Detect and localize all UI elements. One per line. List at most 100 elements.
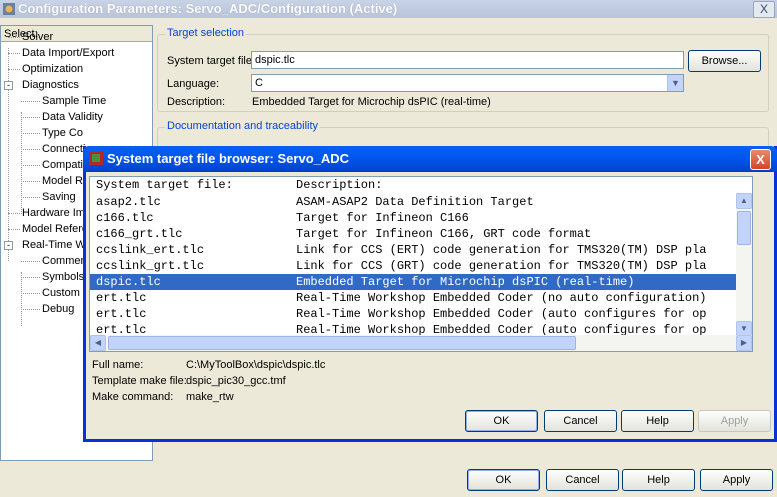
description-label: Description:	[167, 96, 226, 108]
list-row[interactable]: c166_grt.tlc Target for Infineon C166, GR…	[90, 226, 752, 242]
chevron-down-icon[interactable]: ▼	[667, 75, 683, 91]
tree-line	[21, 117, 40, 118]
row-description: Target for Infineon C166, GRT code forma…	[296, 227, 592, 241]
dialog-help-button[interactable]: Help	[621, 410, 694, 432]
tree-item[interactable]: Connecti	[42, 142, 85, 156]
row-description: Target for Infineon C166	[296, 211, 469, 225]
row-file: ert.tlc	[96, 307, 147, 321]
row-description: Link for CCS (ERT) code generation for T…	[296, 243, 707, 257]
dialog-close-button[interactable]: X	[750, 149, 771, 170]
apply-button[interactable]: Apply	[700, 469, 773, 491]
tree-item[interactable]: Type Co	[42, 126, 83, 140]
close-icon: X	[759, 2, 768, 16]
tree-item[interactable]: Symbols	[42, 270, 84, 284]
tree-line	[21, 165, 40, 166]
language-value: C	[255, 77, 263, 89]
tree-line	[21, 309, 40, 310]
row-file: asap2.tlc	[96, 195, 161, 209]
row-file: ert.tlc	[96, 291, 147, 305]
tree-line	[8, 213, 20, 214]
window-title-bar: Configuration Parameters: Servo_ADC/Conf…	[0, 0, 777, 18]
tree-line	[21, 272, 22, 326]
row-file: c166.tlc	[96, 211, 154, 225]
tree-line	[21, 101, 40, 102]
list-header-description: Description:	[296, 178, 383, 192]
tree-item[interactable]: Data Import/Export	[22, 46, 114, 60]
row-description: Real-Time Workshop Embedded Coder (auto …	[296, 307, 707, 321]
tree-item[interactable]: Real-Time W	[22, 238, 86, 252]
vertical-scrollbar[interactable]: ▲ ▼	[736, 193, 752, 337]
tree-line	[21, 149, 40, 150]
tree-line	[21, 277, 40, 278]
scroll-left-icon[interactable]: ◀	[90, 335, 106, 351]
row-description: Link for CCS (GRT) code generation for T…	[296, 259, 707, 273]
description-value: Embedded Target for Microchip dsPIC (rea…	[252, 96, 491, 108]
cancel-button[interactable]: Cancel	[546, 469, 619, 491]
row-description: Embedded Target for Microchip dsPIC (rea…	[296, 275, 635, 289]
ok-button[interactable]: OK	[467, 469, 540, 491]
row-description: ASAM-ASAP2 Data Definition Target	[296, 195, 534, 209]
row-description: Real-Time Workshop Embedded Coder (no au…	[296, 291, 707, 305]
tree-line	[21, 112, 22, 214]
help-button[interactable]: Help	[622, 469, 695, 491]
list-row[interactable]: dspic.tlc Embedded Target for Microchip d…	[90, 274, 752, 290]
template-label: Template make file:	[92, 375, 187, 387]
tree-item[interactable]: Saving	[42, 190, 76, 204]
make-command-label: Make command:	[92, 391, 174, 403]
tree-line	[21, 133, 40, 134]
tree-line	[8, 69, 20, 70]
tree-item[interactable]: Debug	[42, 302, 74, 316]
tree-item[interactable]: Optimization	[22, 62, 83, 76]
tree-line	[8, 37, 20, 38]
collapse-icon[interactable]: -	[4, 81, 13, 90]
target-file-list[interactable]: System target file: Description: asap2.t…	[89, 176, 753, 352]
tree-line	[21, 197, 40, 198]
scroll-thumb[interactable]	[108, 336, 576, 350]
language-select[interactable]: C ▼	[251, 74, 684, 92]
tree-line	[8, 229, 20, 230]
simulink-icon	[89, 151, 103, 165]
scroll-right-icon[interactable]: ▶	[736, 335, 752, 351]
documentation-title: Documentation and traceability	[165, 120, 321, 132]
window-close-button[interactable]: X	[753, 1, 775, 18]
list-row[interactable]: ert.tlc Real-Time Workshop Embedded Coder…	[90, 306, 752, 322]
make-command-value: make_rtw	[186, 391, 234, 403]
dialog-apply-button: Apply	[698, 410, 771, 432]
language-label: Language:	[167, 78, 219, 90]
tree-item[interactable]: Hardware Imp	[22, 206, 91, 220]
row-file: dspic.tlc	[96, 275, 161, 289]
tree-item[interactable]: Sample Time	[42, 94, 106, 108]
list-row[interactable]: ert.tlc Real-Time Workshop Embedded Coder…	[90, 290, 752, 306]
tree-item[interactable]: Data Validity	[42, 110, 103, 124]
system-target-label: System target file:	[167, 55, 256, 67]
collapse-icon[interactable]: -	[4, 241, 13, 250]
list-row[interactable]: ccslink_ert.tlc Link for CCS (ERT) code g…	[90, 242, 752, 258]
scroll-up-icon[interactable]: ▲	[736, 193, 752, 209]
row-file: ccslink_grt.tlc	[96, 259, 205, 273]
horizontal-scrollbar[interactable]: ◀ ▶	[90, 335, 752, 351]
full-name-value: C:\MyToolBox\dspic\dspic.tlc	[186, 359, 326, 371]
dialog-ok-button[interactable]: OK	[465, 410, 538, 432]
list-row[interactable]: ccslink_grt.tlc Link for CCS (GRT) code g…	[90, 258, 752, 274]
close-icon: X	[756, 152, 765, 167]
dialog-cancel-button[interactable]: Cancel	[544, 410, 617, 432]
tree-item[interactable]: Solver	[22, 30, 53, 44]
tree-line	[8, 53, 20, 54]
window-title: Configuration Parameters: Servo_ADC/Conf…	[18, 1, 398, 16]
target-selection-title: Target selection	[165, 27, 247, 39]
list-header-file: System target file:	[96, 178, 233, 192]
browse-button[interactable]: Browse...	[688, 50, 761, 72]
list-row[interactable]: asap2.tlc ASAM-ASAP2 Data Definition Targ…	[90, 194, 752, 210]
tree-line	[21, 293, 40, 294]
row-file: c166_grt.tlc	[96, 227, 183, 241]
tree-line	[21, 181, 40, 182]
list-row[interactable]: c166.tlc Target for Infineon C166	[90, 210, 752, 226]
tree-item[interactable]: Model Refere	[22, 222, 88, 236]
system-target-field[interactable]: dspic.tlc	[251, 51, 684, 69]
tree-item[interactable]: Diagnostics	[22, 78, 79, 92]
simulink-icon	[3, 3, 15, 15]
list-header: System target file: Description:	[90, 177, 752, 193]
tree-line	[21, 261, 40, 262]
scroll-thumb[interactable]	[737, 211, 751, 245]
full-name-label: Full name:	[92, 359, 144, 371]
